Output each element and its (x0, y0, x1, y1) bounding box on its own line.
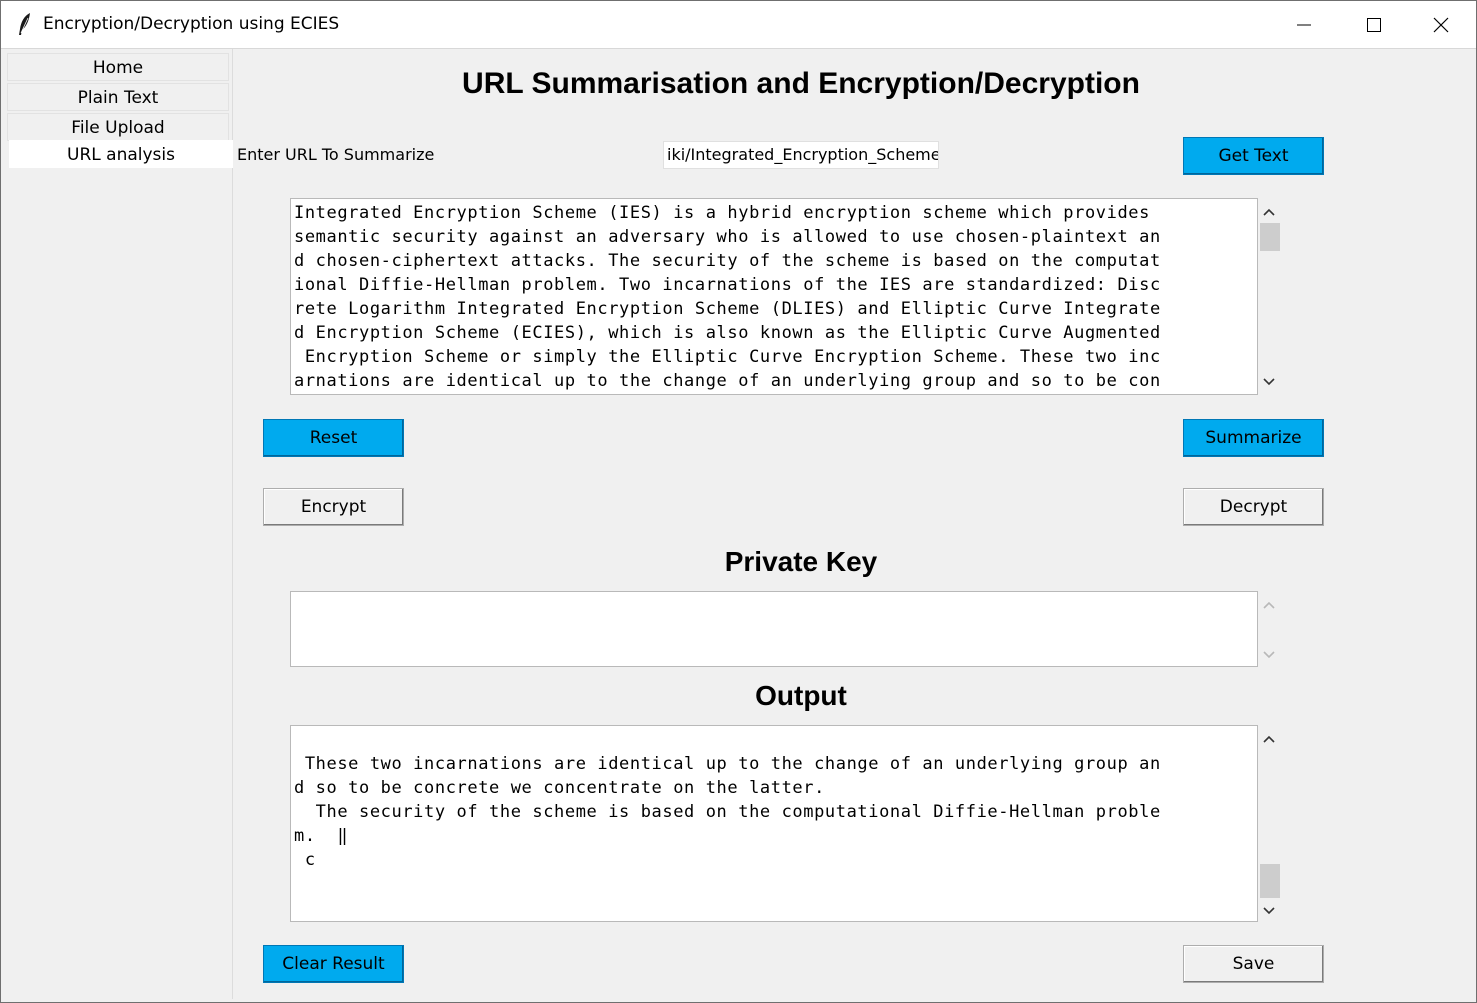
window-title: Encryption/Decryption using ECIES (43, 14, 340, 34)
page-title: URL Summarisation and Encryption/Decrypt… (462, 67, 1140, 100)
scroll-up-icon[interactable] (1258, 596, 1280, 614)
maximize-icon (1367, 17, 1381, 32)
sidebar-item-file-upload[interactable]: File Upload (7, 113, 229, 141)
private-key-input[interactable] (290, 591, 1258, 667)
private-key-scrollbar[interactable] (1258, 592, 1280, 667)
text-line: d chosen-ciphertext attacks. The securit… (294, 251, 1161, 271)
text-line (294, 728, 1257, 752)
private-key-heading: Private Key (724, 546, 878, 577)
text-line: arnations are identical up to the change… (294, 371, 1161, 391)
close-icon (1433, 17, 1449, 32)
decrypt-button[interactable]: Decrypt (1183, 488, 1324, 526)
close-button[interactable] (1406, 1, 1476, 48)
get-text-button[interactable]: Get Text (1183, 137, 1324, 175)
minimize-icon (1297, 24, 1311, 25)
text-line: c (294, 850, 316, 870)
scroll-up-icon[interactable] (1258, 203, 1280, 221)
text-line: d Encryption Scheme (ECIES), which is al… (294, 323, 1161, 343)
output-text-content: These two incarnations are identical up … (291, 726, 1257, 872)
scroll-up-icon[interactable] (1258, 730, 1280, 748)
input-text-content: Integrated Encryption Scheme (IES) is a … (291, 199, 1257, 393)
scroll-down-icon[interactable] (1258, 902, 1280, 920)
scroll-down-icon[interactable] (1258, 373, 1280, 391)
summarize-button[interactable]: Summarize (1183, 419, 1324, 457)
private-key-content (291, 592, 1257, 594)
output-heading: Output (755, 680, 847, 711)
text-line: m. ‖ (294, 826, 349, 846)
sidebar: Home Plain Text File Upload URL analysis (3, 49, 233, 999)
sidebar-item-home[interactable]: Home (7, 53, 229, 81)
feather-icon (17, 12, 33, 36)
reset-button[interactable]: Reset (263, 419, 404, 457)
url-label: Enter URL To Summarize (237, 145, 435, 164)
input-scroll-thumb[interactable] (1260, 223, 1280, 251)
output-scrollbar[interactable] (1258, 726, 1280, 922)
scroll-down-icon[interactable] (1258, 646, 1280, 664)
input-scrollbar[interactable] (1258, 199, 1280, 395)
input-text-area[interactable]: Integrated Encryption Scheme (IES) is a … (290, 198, 1258, 395)
maximize-button[interactable] (1339, 1, 1409, 48)
encrypt-button[interactable]: Encrypt (263, 488, 404, 526)
clear-result-button[interactable]: Clear Result (263, 945, 404, 983)
url-input[interactable]: iki/Integrated_Encryption_Scheme (663, 141, 939, 169)
save-button[interactable]: Save (1183, 945, 1324, 983)
sidebar-item-url-analysis[interactable]: URL analysis (9, 140, 233, 168)
text-line: d so to be concrete we concentrate on th… (294, 778, 825, 798)
text-line: rete Logarithm Integrated Encryption Sch… (294, 299, 1161, 319)
minimize-button[interactable] (1269, 1, 1339, 48)
title-bar[interactable]: Encryption/Decryption using ECIES (1, 1, 1476, 49)
output-text-area[interactable]: These two incarnations are identical up … (290, 725, 1258, 922)
text-line: Encryption Scheme or simply the Elliptic… (294, 347, 1161, 367)
text-line: Integrated Encryption Scheme (IES) is a … (294, 203, 1150, 223)
text-line: These two incarnations are identical up … (294, 754, 1161, 774)
text-line: ional Diffie-Hellman problem. Two incarn… (294, 275, 1161, 295)
output-scroll-thumb[interactable] (1260, 864, 1280, 898)
sidebar-item-plain-text[interactable]: Plain Text (7, 83, 229, 111)
text-line: semantic security against an adversary w… (294, 227, 1161, 247)
text-line: The security of the scheme is based on t… (294, 802, 1161, 822)
app-window: Encryption/Decryption using ECIES Home P… (0, 0, 1477, 1003)
